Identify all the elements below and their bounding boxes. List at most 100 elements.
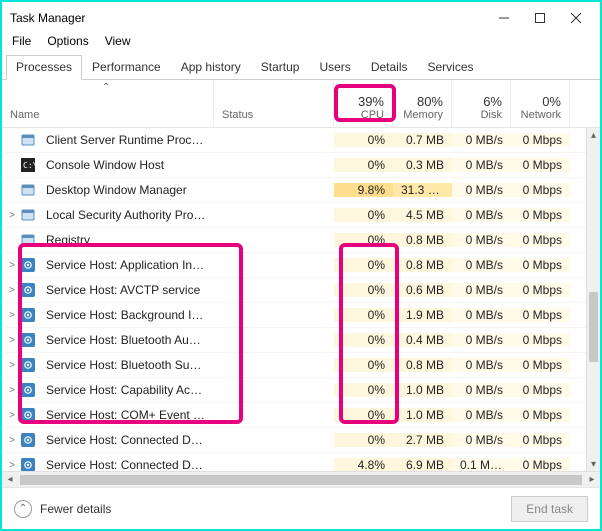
- menu-options[interactable]: Options: [47, 34, 88, 48]
- tab-processes[interactable]: Processes: [6, 55, 82, 80]
- process-name: Service Host: Connected Device...: [38, 433, 214, 447]
- table-row[interactable]: >Service Host: Application Infor...0%0.8…: [2, 253, 600, 278]
- menu-file[interactable]: File: [12, 34, 31, 48]
- expand-toggle[interactable]: >: [2, 410, 18, 421]
- expand-toggle[interactable]: >: [2, 360, 18, 371]
- task-manager-window: Task Manager File Options View Processes…: [2, 2, 600, 529]
- end-task-button[interactable]: End task: [511, 496, 588, 522]
- expand-toggle[interactable]: >: [2, 460, 18, 471]
- expand-toggle[interactable]: >: [2, 435, 18, 446]
- scroll-right-arrow-icon[interactable]: ▸: [584, 474, 600, 485]
- process-icon: [18, 283, 38, 297]
- process-disk: 0 MB/s: [452, 133, 511, 147]
- column-header-network[interactable]: 0% Network: [511, 80, 570, 127]
- process-name: Service Host: AVCTP service: [38, 283, 214, 297]
- tab-users[interactable]: Users: [309, 55, 360, 80]
- table-row[interactable]: Desktop Window Manager9.8%31.3 MB0 MB/s0…: [2, 178, 600, 203]
- expand-toggle[interactable]: >: [2, 210, 18, 221]
- expand-toggle[interactable]: >: [2, 310, 18, 321]
- expand-toggle[interactable]: >: [2, 260, 18, 271]
- column-header-name[interactable]: ⌃ Name: [2, 80, 214, 127]
- column-header-memory[interactable]: 80% Memory: [393, 80, 452, 127]
- table-row[interactable]: >Service Host: Capability Access ...0%1.…: [2, 378, 600, 403]
- process-name: Service Host: Capability Access ...: [38, 383, 214, 397]
- process-memory: 4.5 MB: [393, 208, 452, 222]
- process-network: 0 Mbps: [511, 308, 570, 322]
- scrollbar-track[interactable]: [587, 142, 600, 457]
- expand-toggle[interactable]: >: [2, 335, 18, 346]
- process-icon: [18, 333, 38, 347]
- fewer-details-label: Fewer details: [40, 502, 111, 516]
- fewer-details-button[interactable]: ⌃ Fewer details: [14, 500, 111, 518]
- cpu-label: CPU: [361, 109, 384, 121]
- process-network: 0 Mbps: [511, 233, 570, 247]
- titlebar: Task Manager: [2, 2, 600, 32]
- process-name: Service Host: COM+ Event Sys: [38, 408, 214, 422]
- tab-app-history[interactable]: App history: [171, 55, 251, 80]
- process-icon: [18, 183, 38, 197]
- table-row[interactable]: >Service Host: COM+ Event Sys0%1.0 MB0 M…: [2, 403, 600, 428]
- cpu-percent: 39%: [358, 94, 384, 109]
- process-memory: 6.9 MB: [393, 458, 452, 471]
- process-memory: 1.0 MB: [393, 383, 452, 397]
- expand-toggle[interactable]: >: [2, 385, 18, 396]
- horizontal-scrollbar[interactable]: ◂ ▸: [2, 471, 600, 487]
- process-cpu: 0%: [334, 433, 393, 447]
- process-name: Service Host: Bluetooth Audio G...: [38, 333, 214, 347]
- table-row[interactable]: >Local Security Authority Process...0%4.…: [2, 203, 600, 228]
- process-network: 0 Mbps: [511, 458, 570, 471]
- process-cpu: 0%: [334, 408, 393, 422]
- column-status-label: Status: [222, 109, 325, 121]
- process-icon: [18, 233, 38, 247]
- scrollbar-thumb[interactable]: [589, 292, 598, 362]
- table-row[interactable]: Client Server Runtime Process0%0.7 MB0 M…: [2, 128, 600, 153]
- table-row[interactable]: Registry0%0.8 MB0 MB/s0 Mbps: [2, 228, 600, 253]
- tab-services[interactable]: Services: [418, 55, 484, 80]
- column-header-disk[interactable]: 6% Disk: [452, 80, 511, 127]
- process-network: 0 Mbps: [511, 333, 570, 347]
- svg-text:C:\: C:\: [23, 161, 35, 170]
- close-button[interactable]: [558, 6, 594, 30]
- table-row[interactable]: >Service Host: Connected Device...4.8%6.…: [2, 453, 600, 471]
- tabbar: ProcessesPerformanceApp historyStartupUs…: [2, 54, 600, 80]
- process-network: 0 Mbps: [511, 158, 570, 172]
- process-disk: 0.1 MB/s: [452, 458, 511, 471]
- process-memory: 0.6 MB: [393, 283, 452, 297]
- process-memory: 0.3 MB: [393, 158, 452, 172]
- table-row[interactable]: >Service Host: Connected Device...0%2.7 …: [2, 428, 600, 453]
- tab-details[interactable]: Details: [361, 55, 418, 80]
- process-table: Client Server Runtime Process0%0.7 MB0 M…: [2, 128, 600, 471]
- memory-label: Memory: [403, 109, 443, 121]
- process-cpu: 9.8%: [334, 183, 393, 197]
- menu-view[interactable]: View: [105, 34, 131, 48]
- process-name: Service Host: Application Infor...: [38, 258, 214, 272]
- minimize-button[interactable]: [486, 6, 522, 30]
- table-row[interactable]: C:\Console Window Host0%0.3 MB0 MB/s0 Mb…: [2, 153, 600, 178]
- process-disk: 0 MB/s: [452, 183, 511, 197]
- table-row[interactable]: >Service Host: Bluetooth Audio G...0%0.4…: [2, 328, 600, 353]
- table-row[interactable]: >Service Host: Bluetooth Support...0%0.8…: [2, 353, 600, 378]
- tab-startup[interactable]: Startup: [251, 55, 310, 80]
- process-cpu: 0%: [334, 233, 393, 247]
- process-disk: 0 MB/s: [452, 333, 511, 347]
- scroll-down-arrow-icon[interactable]: ▾: [587, 457, 600, 471]
- maximize-button[interactable]: [522, 6, 558, 30]
- process-disk: 0 MB/s: [452, 358, 511, 372]
- process-network: 0 Mbps: [511, 183, 570, 197]
- scroll-up-arrow-icon[interactable]: ▴: [587, 128, 600, 142]
- table-row[interactable]: >Service Host: AVCTP service0%0.6 MB0 MB…: [2, 278, 600, 303]
- vertical-scrollbar[interactable]: ▴ ▾: [586, 128, 600, 471]
- window-controls: [486, 6, 594, 30]
- window-title: Task Manager: [10, 11, 85, 25]
- expand-toggle[interactable]: >: [2, 285, 18, 296]
- scroll-left-arrow-icon[interactable]: ◂: [2, 474, 18, 485]
- process-cpu: 0%: [334, 133, 393, 147]
- chevron-up-icon: ⌃: [14, 500, 32, 518]
- column-header-cpu[interactable]: 39% CPU: [334, 80, 393, 127]
- process-disk: 0 MB/s: [452, 233, 511, 247]
- scrollbar-thumb-h[interactable]: [20, 475, 582, 485]
- table-row[interactable]: >Service Host: Background Intelli...0%1.…: [2, 303, 600, 328]
- tab-performance[interactable]: Performance: [82, 55, 171, 80]
- process-cpu: 0%: [334, 208, 393, 222]
- column-header-status[interactable]: Status: [214, 80, 334, 127]
